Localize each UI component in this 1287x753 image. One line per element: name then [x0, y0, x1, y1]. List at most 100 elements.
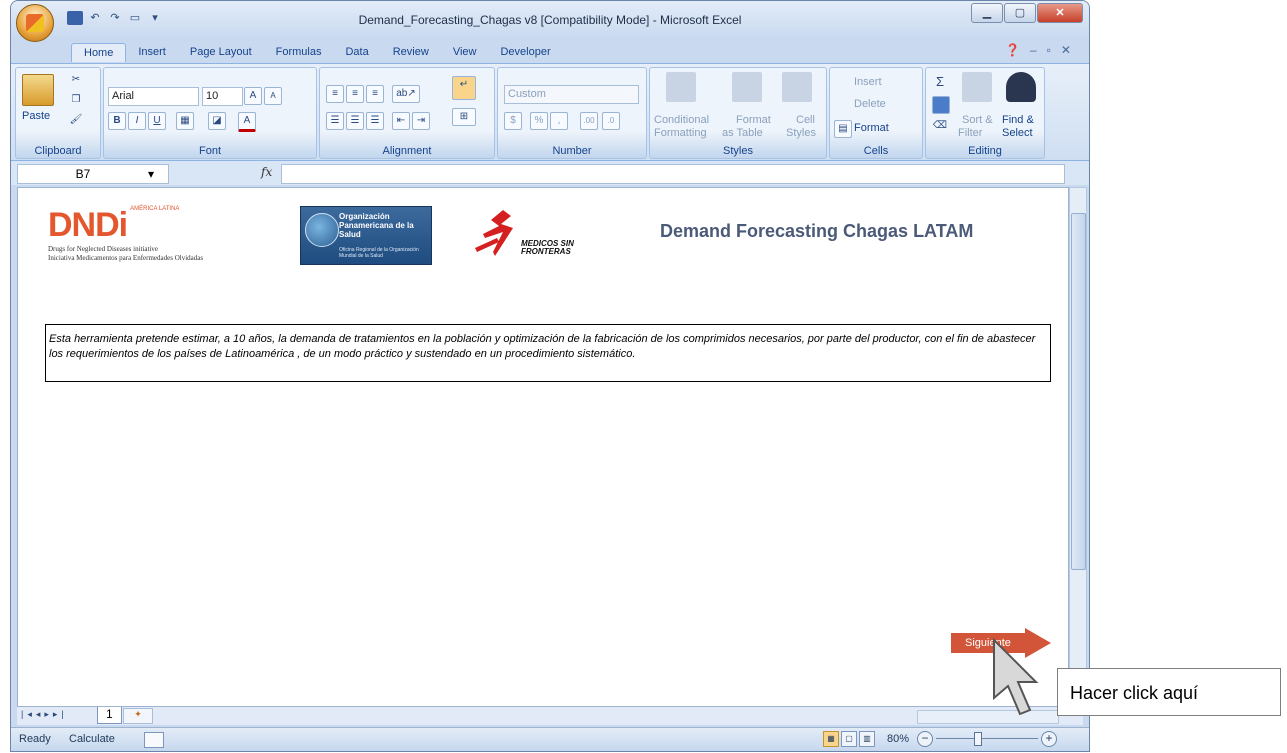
paho-sub: Oficina Regional de la Organización Mund… — [339, 247, 419, 259]
increase-indent-icon[interactable]: ⇥ — [412, 112, 430, 130]
delete-cells-button[interactable]: Delete — [854, 98, 886, 110]
formula-input[interactable] — [281, 164, 1065, 184]
borders-icon[interactable]: ▦ — [176, 112, 194, 130]
zoom-in-icon[interactable]: + — [1041, 731, 1057, 747]
insert-sheet-icon[interactable]: ✦ — [123, 708, 153, 724]
help-icon[interactable]: ❓–▫✕ — [1005, 43, 1081, 57]
insert-function-icon[interactable]: fx — [261, 165, 272, 179]
sort-filter-line1[interactable]: Sort & — [962, 114, 993, 126]
msf-logo: MEDICOS SIN FRONTERAS — [473, 208, 588, 263]
close-button[interactable]: ✕ — [1037, 3, 1083, 23]
bold-button[interactable]: B — [108, 112, 126, 130]
italic-button[interactable]: I — [128, 112, 146, 130]
merge-center-icon[interactable]: ⊞ — [452, 108, 476, 126]
font-color-icon[interactable]: A — [238, 112, 256, 132]
vertical-scroll-thumb[interactable] — [1071, 213, 1086, 570]
cut-icon[interactable]: ✂ — [68, 72, 84, 88]
minimize-button[interactable]: ▁ — [971, 3, 1003, 23]
align-right-icon[interactable]: ☰ — [366, 112, 384, 130]
grow-font-icon[interactable]: A — [244, 87, 262, 105]
paho-logo: Organización Panamericana de la Salud Of… — [300, 206, 432, 265]
shrink-font-icon[interactable]: A — [264, 87, 282, 105]
decrease-decimal-button[interactable]: .0 — [602, 112, 620, 130]
paste-icon[interactable] — [22, 74, 54, 106]
name-box-value: B7 — [75, 167, 91, 181]
window-title: Demand_Forecasting_Chagas v8 [Compatibil… — [358, 13, 742, 27]
alignment-label: Alignment — [382, 145, 432, 157]
underline-button[interactable]: U — [148, 112, 166, 130]
cell-styles-line1[interactable]: Cell — [796, 114, 815, 126]
tab-review[interactable]: Review — [381, 43, 441, 62]
tab-developer[interactable]: Developer — [488, 43, 562, 62]
worksheet-area[interactable]: DNDi AMÉRICA LATINA Drugs for Neglected … — [17, 187, 1069, 707]
fill-icon[interactable] — [932, 96, 950, 114]
zoom-level[interactable]: 80% — [887, 733, 909, 745]
copy-icon[interactable]: ❐ — [68, 92, 84, 108]
insert-cells-button[interactable]: Insert — [854, 76, 882, 88]
increase-decimal-button[interactable]: .00 — [580, 112, 598, 130]
percent-button[interactable]: % — [530, 112, 548, 130]
ribbon: Paste ✂ ❐ 🖌 Clipboard Arial 10 A A B I U… — [11, 63, 1089, 161]
align-middle-icon[interactable]: ≡ — [346, 85, 364, 103]
page-break-view-icon[interactable]: ▥ — [859, 731, 875, 747]
status-ready: Ready — [19, 733, 51, 745]
description-box: Esta herramienta pretende estimar, a 10 … — [45, 324, 1051, 382]
align-bottom-icon[interactable]: ≡ — [366, 85, 384, 103]
paste-button[interactable]: Paste — [22, 110, 50, 122]
wrap-text-icon[interactable]: ↵ — [452, 76, 476, 100]
orientation-icon[interactable]: ab↗ — [392, 85, 420, 103]
sort-filter-line2[interactable]: Filter — [958, 127, 982, 139]
macro-record-icon[interactable] — [144, 732, 164, 748]
autosum-icon[interactable]: Σ — [932, 74, 948, 90]
conditional-formatting-icon — [666, 72, 696, 102]
format-as-table-line2[interactable]: as Table — [722, 127, 763, 139]
maximize-button[interactable]: ▢ — [1004, 3, 1036, 23]
font-size-select[interactable]: 10 — [202, 87, 243, 106]
zoom-slider[interactable] — [936, 738, 1038, 739]
tab-data[interactable]: Data — [333, 43, 380, 62]
tab-home[interactable]: Home — [71, 43, 127, 62]
tab-view[interactable]: View — [441, 43, 489, 62]
number-group: Custom $ % , .00 .0 Number — [497, 67, 647, 159]
tab-page-layout[interactable]: Page Layout — [178, 43, 264, 62]
cells-group: Insert Delete ▤ Format Cells — [829, 67, 923, 159]
name-box[interactable]: B7 ▾ — [17, 164, 169, 184]
find-select-line1[interactable]: Find & — [1002, 114, 1034, 126]
format-as-table-line1[interactable]: Format — [736, 114, 771, 126]
fill-color-icon[interactable]: ◪ — [208, 112, 226, 130]
title-bar: ↶ ↷ ▭ ▾ Demand_Forecasting_Chagas v8 [Co… — [11, 1, 1089, 42]
zoom-slider-thumb[interactable] — [974, 732, 982, 746]
pointer-cursor-icon — [993, 637, 1039, 716]
currency-button[interactable]: $ — [504, 112, 522, 130]
conditional-formatting-line1[interactable]: Conditional — [654, 114, 709, 126]
callout-box: Hacer click aquí — [1057, 668, 1281, 716]
font-group: Arial 10 A A B I U ▦ ◪ A Font — [103, 67, 317, 159]
align-top-icon[interactable]: ≡ — [326, 85, 344, 103]
tab-insert[interactable]: Insert — [126, 43, 178, 62]
conditional-formatting-line2[interactable]: Formatting — [654, 127, 707, 139]
alignment-group: ≡ ≡ ≡ ab↗ ☰ ☰ ☰ ⇤ ⇥ ↵ ⊞ Alignment — [319, 67, 495, 159]
page-layout-view-icon[interactable]: ▢ — [841, 731, 857, 747]
formula-bar: B7 ▾ fx — [11, 161, 1089, 185]
normal-view-icon[interactable]: ▦ — [823, 731, 839, 747]
format-cells-button[interactable]: Format — [854, 122, 889, 134]
format-cells-icon: ▤ — [834, 120, 852, 138]
cell-styles-line2[interactable]: Styles — [786, 127, 816, 139]
tab-formulas[interactable]: Formulas — [264, 43, 334, 62]
status-bar: Ready Calculate ▦ ▢ ▥ 80% − + — [11, 727, 1089, 751]
align-left-icon[interactable]: ☰ — [326, 112, 344, 130]
paho-name: Organización Panamericana de la Salud — [339, 212, 414, 239]
number-format-select[interactable]: Custom — [504, 85, 639, 104]
format-painter-icon[interactable]: 🖌 — [68, 112, 84, 128]
sort-filter-icon — [962, 72, 992, 102]
zoom-out-icon[interactable]: − — [917, 731, 933, 747]
font-name-select[interactable]: Arial — [108, 87, 199, 106]
decrease-indent-icon[interactable]: ⇤ — [392, 112, 410, 130]
sheet-nav-arrows[interactable]: |◂◂▸▸| — [21, 709, 68, 720]
sheet-tab-1[interactable]: 1 — [97, 707, 122, 724]
clear-icon[interactable]: ⌫ — [932, 118, 948, 134]
find-select-line2[interactable]: Select — [1002, 127, 1033, 139]
vertical-scrollbar[interactable] — [1069, 187, 1087, 707]
align-center-icon[interactable]: ☰ — [346, 112, 364, 130]
comma-button[interactable]: , — [550, 112, 568, 130]
